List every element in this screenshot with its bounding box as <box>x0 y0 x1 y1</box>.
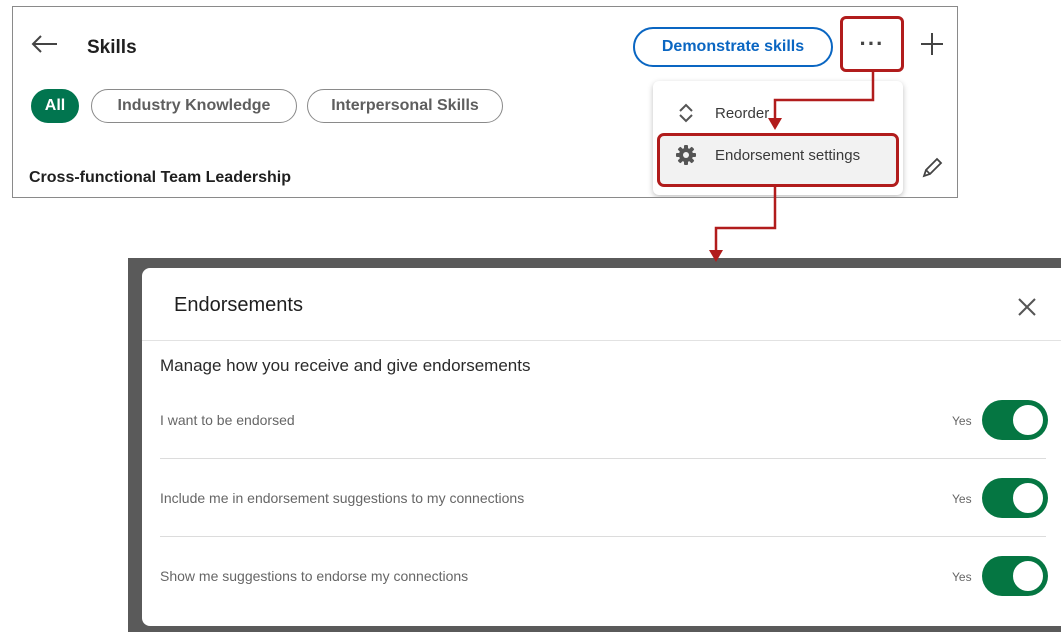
menu-item-label: Endorsement settings <box>715 146 861 164</box>
setting-row-suggestions-to-connections: Include me in endorsement suggestions to… <box>142 466 1061 544</box>
edit-pencil-icon[interactable] <box>919 155 945 181</box>
more-options-button[interactable]: ··· <box>840 16 904 72</box>
toggle-switch[interactable] <box>982 556 1048 596</box>
skill-name: Cross-functional Team Leadership <box>29 169 291 186</box>
page-title: Skills <box>87 37 137 58</box>
reorder-icon <box>675 102 697 124</box>
menu-item-endorsement-settings[interactable]: Endorsement settings <box>653 135 903 175</box>
divider <box>160 536 1046 537</box>
gear-icon <box>675 144 697 166</box>
toggle-knob <box>1011 481 1045 515</box>
demonstrate-skills-button[interactable]: Demonstrate skills <box>633 27 833 67</box>
toggle-switch[interactable] <box>982 478 1048 518</box>
more-icon: ··· <box>859 31 885 56</box>
skills-panel: Skills Demonstrate skills ··· All Indust… <box>12 6 958 198</box>
toggle-knob <box>1011 559 1045 593</box>
setting-state: Yes <box>952 570 972 584</box>
menu-item-label: Reorder <box>715 104 770 122</box>
menu-item-reorder[interactable]: Reorder <box>653 93 903 133</box>
setting-label: I want to be endorsed <box>160 412 295 428</box>
add-skill-icon[interactable] <box>917 29 947 59</box>
setting-row-be-endorsed: I want to be endorsed Yes <box>142 388 1061 466</box>
back-arrow-icon[interactable] <box>27 27 61 61</box>
setting-state: Yes <box>952 414 972 428</box>
divider <box>160 458 1046 459</box>
setting-row-suggestions-to-endorse: Show me suggestions to endorse my connec… <box>142 544 1061 622</box>
setting-label: Show me suggestions to endorse my connec… <box>160 568 469 584</box>
filter-chip-industry-knowledge[interactable]: Industry Knowledge <box>91 89 297 123</box>
toggle-switch[interactable] <box>982 400 1048 440</box>
modal-title: Endorsements <box>174 294 303 316</box>
filter-chip-interpersonal-skills[interactable]: Interpersonal Skills <box>307 89 503 123</box>
endorsements-modal: Endorsements Manage how you receive and … <box>142 268 1061 626</box>
filter-chip-all[interactable]: All <box>31 89 79 123</box>
close-icon[interactable] <box>1014 294 1040 320</box>
more-options-menu: Reorder Endorsement settings <box>653 81 903 195</box>
modal-subtitle: Manage how you receive and give endorsem… <box>160 356 531 375</box>
divider <box>142 340 1061 341</box>
toggle-knob <box>1011 403 1045 437</box>
setting-label: Include me in endorsement suggestions to… <box>160 490 525 506</box>
setting-state: Yes <box>952 492 972 506</box>
